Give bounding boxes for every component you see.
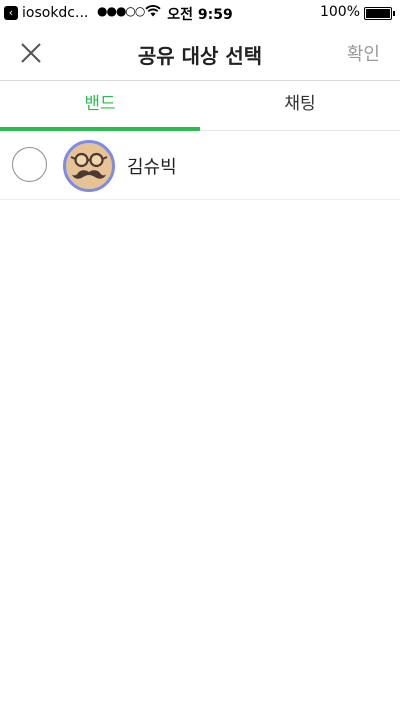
list-item[interactable]: 김슈빅 (0, 131, 400, 200)
avatar (63, 140, 115, 192)
tab-bar: 밴드 채팅 (0, 81, 400, 131)
select-radio[interactable] (12, 147, 47, 182)
battery-percent: 100% (319, 4, 360, 20)
mustache-glasses-icon (70, 152, 108, 179)
list-item-name: 김슈빅 (127, 157, 177, 178)
tab-band[interactable]: 밴드 (0, 81, 200, 131)
header: 공유 대상 선택 확인 (0, 26, 400, 81)
tab-chat[interactable]: 채팅 (200, 81, 400, 130)
tab-chat-label: 채팅 (284, 94, 316, 114)
status-bar: ‹ iosokdc... ●●●○○ 오전 9:59 100% (0, 0, 400, 26)
tab-band-label: 밴드 (84, 94, 116, 114)
target-list: 김슈빅 (0, 131, 400, 200)
battery-icon (364, 7, 395, 20)
confirm-button[interactable]: 확인 (347, 40, 380, 66)
page-title: 공유 대상 선택 (137, 44, 263, 68)
